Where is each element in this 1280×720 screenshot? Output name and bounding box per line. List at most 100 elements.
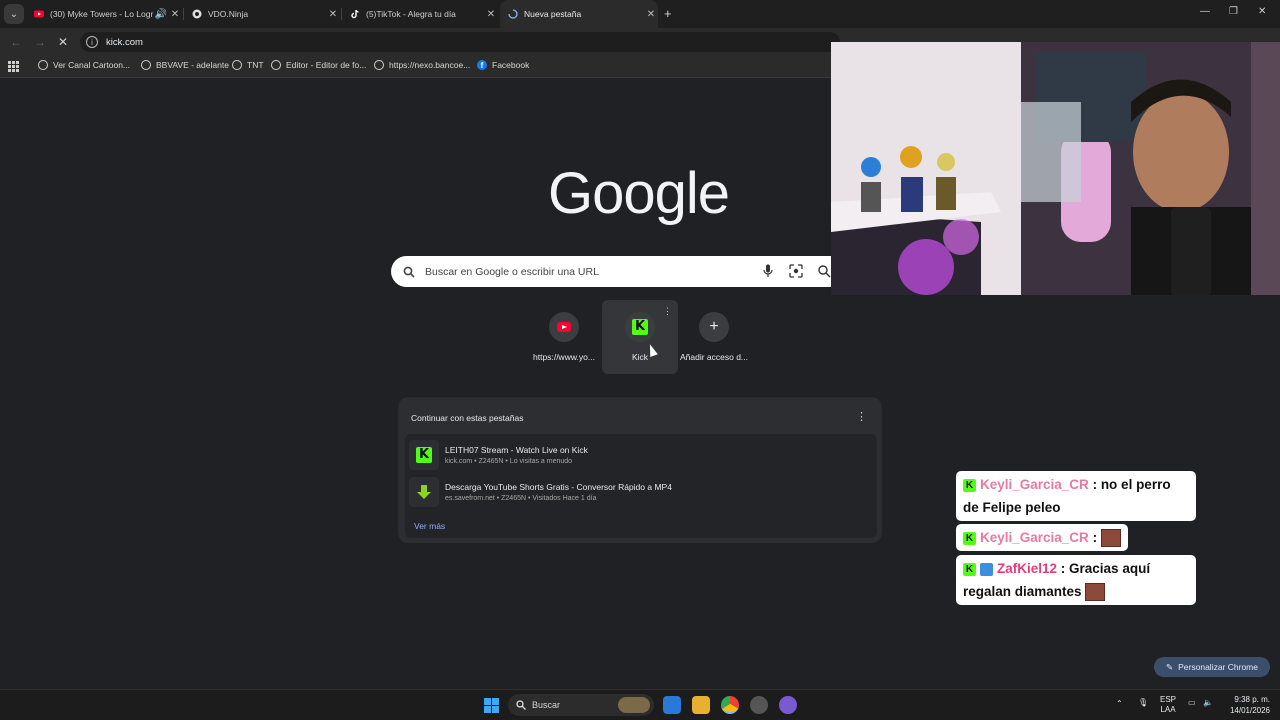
shortcut-youtube[interactable]: https://www.yo... bbox=[526, 300, 602, 374]
loading-icon bbox=[508, 9, 518, 19]
keyboard-layout: LAA bbox=[1160, 705, 1176, 714]
stop-loading-icon[interactable]: ✕ bbox=[58, 35, 68, 49]
windows-start-icon[interactable] bbox=[484, 698, 499, 713]
chat-separator: : bbox=[1057, 561, 1070, 576]
chat-separator: : bbox=[1088, 530, 1101, 545]
chat-username: Keyli_Garcia_CR bbox=[980, 477, 1089, 492]
shortcut-add[interactable]: + Añadir acceso d... bbox=[676, 300, 752, 374]
address-bar[interactable]: i kick.com bbox=[80, 32, 840, 52]
taskbar-search[interactable]: Buscar bbox=[508, 694, 654, 716]
tiktok-icon bbox=[351, 10, 359, 19]
google-lens-icon[interactable] bbox=[789, 264, 803, 278]
chat-username: Keyli_Garcia_CR bbox=[980, 530, 1089, 545]
bookmark-item[interactable]: Ver Canal Cartoon... bbox=[38, 60, 130, 70]
chat-separator: : bbox=[1088, 477, 1101, 492]
shortcut-kick[interactable]: ⋮ K Kick bbox=[602, 300, 678, 374]
obs-icon[interactable] bbox=[750, 696, 768, 714]
microphone-icon[interactable] bbox=[763, 264, 773, 278]
globe-icon bbox=[271, 60, 281, 70]
search-placeholder[interactable]: Buscar en Google o escribir una URL bbox=[425, 266, 599, 278]
customize-label: Personalizar Chrome bbox=[1178, 662, 1258, 672]
bookmark-item[interactable]: f Facebook bbox=[477, 60, 529, 70]
bookmark-label: Ver Canal Cartoon... bbox=[53, 60, 131, 70]
pencil-icon: ✎ bbox=[1166, 661, 1174, 672]
speaker-icon[interactable]: 🔊 bbox=[154, 9, 168, 20]
search-highlight-image bbox=[618, 697, 650, 713]
shortcut-label: Añadir acceso d... bbox=[679, 352, 749, 362]
emote-image bbox=[1085, 583, 1106, 602]
card-title: Continuar con estas pestañas bbox=[411, 413, 524, 423]
bookmark-label: BBVAVE - adelante bbox=[156, 60, 229, 70]
close-window-icon[interactable]: ✕ bbox=[1258, 6, 1266, 17]
chat-username: ZafKiel12 bbox=[997, 561, 1058, 576]
new-tab-button[interactable]: + bbox=[664, 6, 672, 21]
bookmark-item[interactable]: BBVAVE - adelante bbox=[141, 60, 229, 70]
bookmark-item[interactable]: https://nexo.bancoe... bbox=[374, 60, 470, 70]
tab-title: (30) Myke Towers - Lo Logr bbox=[50, 9, 154, 19]
tab-youtube[interactable]: (30) Myke Towers - Lo Logr 🔊 ✕ bbox=[26, 0, 182, 28]
close-tab-icon[interactable]: ✕ bbox=[484, 9, 498, 20]
app-icon[interactable] bbox=[779, 696, 797, 714]
search-icon bbox=[516, 700, 526, 710]
download-arrow-icon bbox=[417, 485, 431, 499]
plus-icon: + bbox=[709, 318, 719, 335]
microphone-icon[interactable]: 🎙 bbox=[1138, 698, 1148, 707]
globe-icon bbox=[38, 60, 48, 70]
subscriber-badge-icon bbox=[980, 562, 993, 576]
more-options-icon[interactable]: ⋮ bbox=[663, 306, 672, 317]
tab-new[interactable]: Nueva pestaña ✕ bbox=[500, 0, 658, 28]
bookmark-label: https://nexo.bancoe... bbox=[389, 60, 471, 70]
kick-badge-icon: K bbox=[963, 478, 976, 492]
tab-tiktok[interactable]: (5)TikTok - Alegra tu día ✕ bbox=[342, 0, 498, 28]
tab-strip: ⌄ (30) Myke Towers - Lo Logr 🔊 ✕ VDO.Nin… bbox=[0, 0, 1280, 28]
bookmark-item[interactable]: Editor - Editor de fo... bbox=[271, 60, 366, 70]
globe-icon bbox=[232, 60, 242, 70]
card-list: K LEITH07 Stream - Watch Live on Kick ki… bbox=[405, 434, 877, 538]
search-box[interactable]: Buscar en Google o escribir una URL bbox=[391, 256, 851, 287]
more-options-icon[interactable]: ⋮ bbox=[856, 410, 867, 423]
volume-icon[interactable]: 🔈 bbox=[1203, 698, 1213, 707]
bookmark-label: TNT bbox=[247, 60, 264, 70]
ai-mode-icon[interactable] bbox=[817, 264, 831, 278]
url-text[interactable]: kick.com bbox=[106, 37, 143, 48]
tab-title: (5)TikTok - Alegra tu día bbox=[366, 9, 456, 19]
tab-title: VDO.Ninja bbox=[208, 9, 249, 19]
minimize-icon[interactable]: — bbox=[1200, 6, 1210, 17]
emote-image bbox=[1100, 529, 1121, 548]
network-icon[interactable]: ▭ bbox=[1188, 698, 1196, 707]
shortcut-label: Kick bbox=[631, 352, 649, 362]
restore-icon[interactable]: ❐ bbox=[1229, 6, 1238, 17]
taskbar-search-label: Buscar bbox=[532, 700, 561, 710]
youtube-icon bbox=[557, 322, 571, 332]
store-icon[interactable] bbox=[663, 696, 681, 714]
site-info-icon[interactable]: i bbox=[86, 36, 98, 48]
close-tab-icon[interactable]: ✕ bbox=[168, 9, 182, 20]
streamer-camera-image bbox=[831, 42, 1280, 295]
back-icon[interactable]: ← bbox=[10, 35, 22, 49]
clock-date: 14/01/2026 bbox=[1229, 706, 1270, 715]
close-tab-icon[interactable]: ✕ bbox=[644, 9, 658, 20]
bookmark-item[interactable]: TNT bbox=[232, 60, 264, 70]
globe-icon bbox=[141, 60, 151, 70]
kick-badge-icon: K bbox=[963, 562, 976, 576]
tab-search-button[interactable]: ⌄ bbox=[4, 4, 24, 24]
item-title: Descarga YouTube Shorts Gratis - Convers… bbox=[445, 482, 672, 492]
list-item[interactable]: Descarga YouTube Shorts Gratis - Convers… bbox=[409, 475, 672, 509]
customize-chrome-button[interactable]: ✎ Personalizar Chrome bbox=[1154, 657, 1270, 677]
forward-icon[interactable]: → bbox=[34, 35, 46, 49]
close-tab-icon[interactable]: ✕ bbox=[326, 9, 340, 20]
language-indicator[interactable]: ESP LAA bbox=[1160, 695, 1176, 715]
item-title: LEITH07 Stream - Watch Live on Kick bbox=[445, 445, 588, 455]
globe-icon bbox=[374, 60, 384, 70]
chevron-up-icon[interactable]: ⌃ bbox=[1116, 699, 1123, 708]
clock[interactable]: 9:38 p. m. 14/01/2026 bbox=[1222, 694, 1270, 716]
kick-icon: K bbox=[416, 447, 432, 463]
apps-grid-icon[interactable] bbox=[8, 61, 19, 72]
chrome-icon[interactable] bbox=[721, 696, 739, 714]
list-item[interactable]: K LEITH07 Stream - Watch Live on Kick ki… bbox=[409, 438, 588, 472]
tab-vdoninja[interactable]: VDO.Ninja ✕ bbox=[184, 0, 340, 28]
file-explorer-icon[interactable] bbox=[692, 696, 710, 714]
chat-message: K Keyli_Garcia_CR : no el perro de Felipe… bbox=[956, 471, 1196, 521]
continue-tabs-card: Continuar con estas pestañas ⋮ K LEITH07… bbox=[398, 397, 882, 543]
see-more-link[interactable]: Ver más bbox=[414, 521, 445, 531]
